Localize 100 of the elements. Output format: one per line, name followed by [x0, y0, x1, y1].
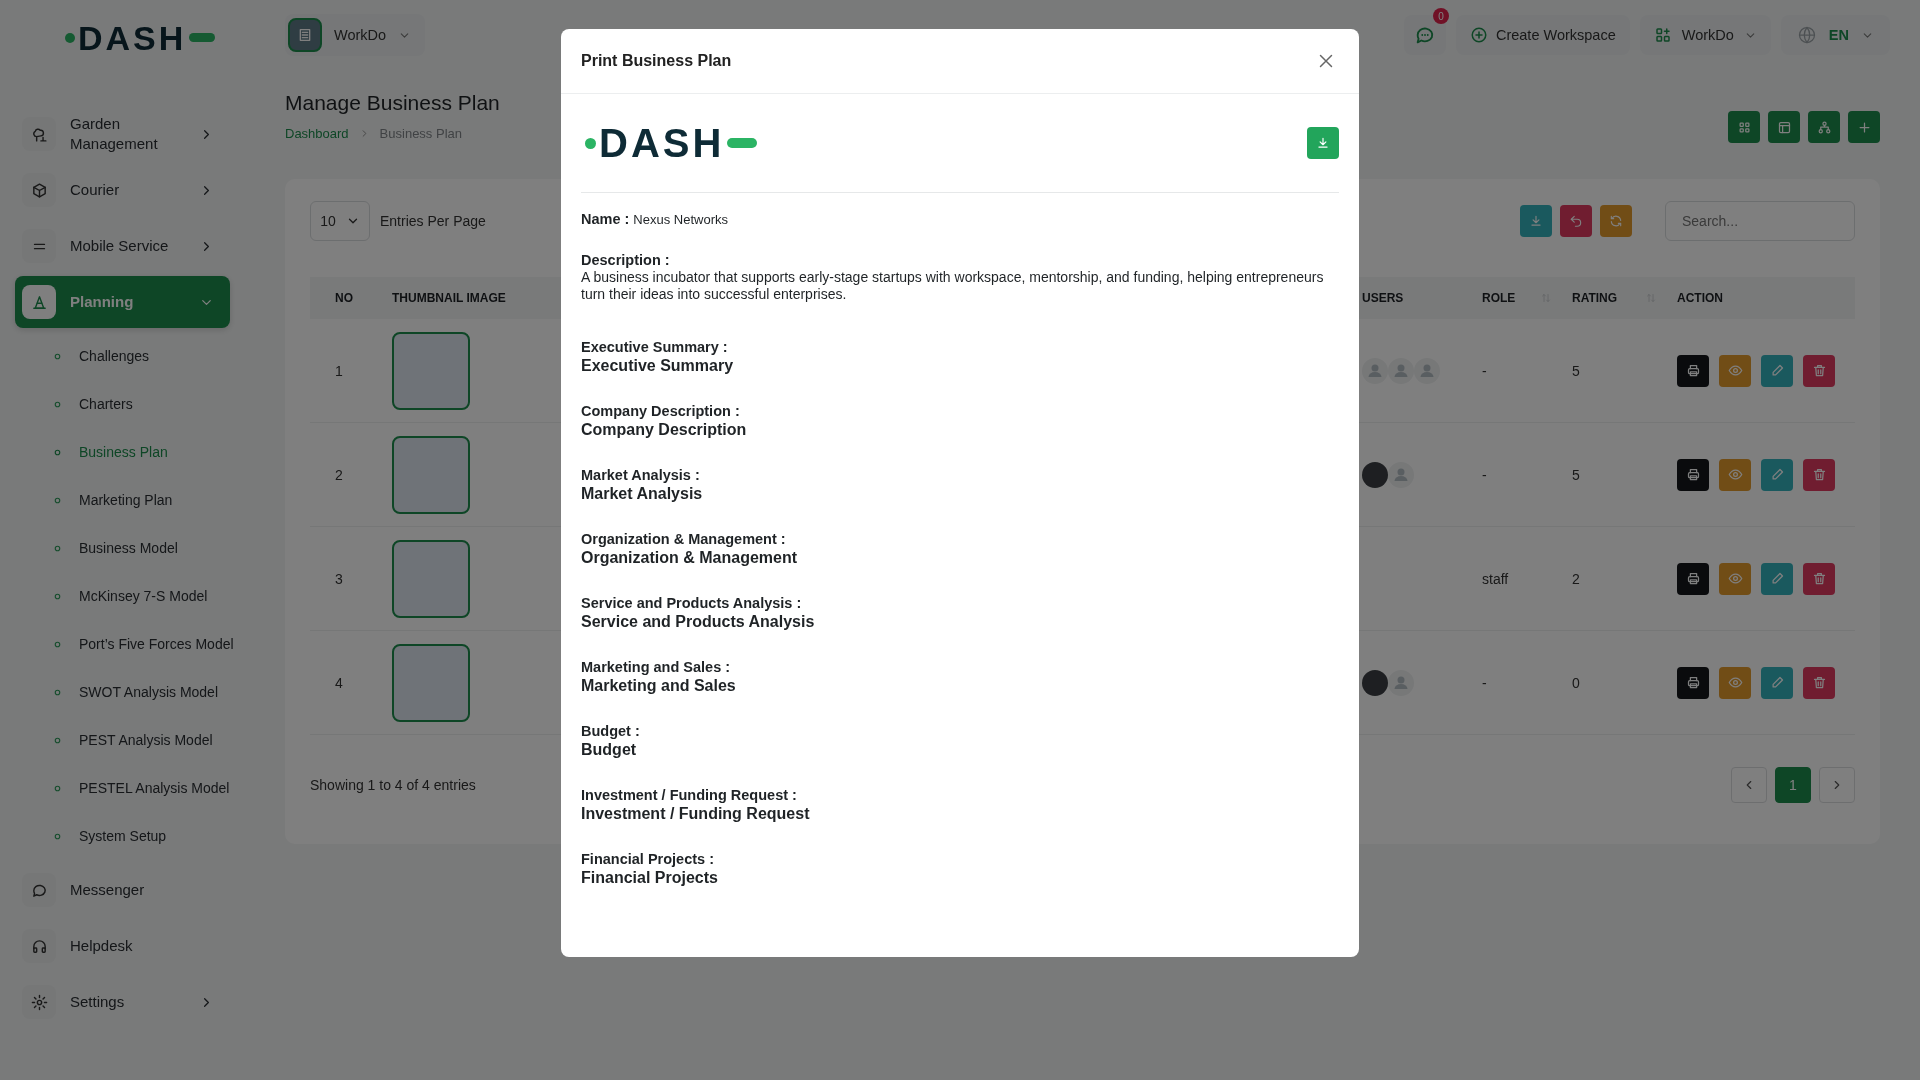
pencil-icon	[1769, 363, 1785, 378]
field-value: Executive Summary	[581, 356, 735, 376]
submenu-item[interactable]: SWOT Analysis Model	[15, 668, 230, 716]
user-placeholder-icon	[1388, 669, 1414, 696]
sidebar-item[interactable]: Messenger	[15, 864, 230, 916]
table-icon	[1776, 119, 1792, 135]
print-button[interactable]	[1677, 562, 1709, 595]
notification-badge: 0	[1432, 8, 1449, 24]
undo-icon	[1569, 214, 1583, 228]
submenu-item[interactable]: Business Plan	[15, 428, 230, 476]
table-cell: 2	[1572, 570, 1580, 587]
user-avatar	[1362, 669, 1388, 696]
view-button[interactable]	[1719, 458, 1751, 491]
sidebar-item[interactable]: Garden Management	[15, 108, 230, 160]
search-field[interactable]: Search...	[1665, 201, 1855, 241]
column-header: RATING	[1572, 291, 1618, 305]
field-value: Service and Products Analysis	[581, 612, 816, 632]
breadcrumb-current: Business Plan	[379, 126, 462, 141]
sidebar-item[interactable]: Planning	[15, 276, 230, 328]
field-value: Company Description	[581, 420, 748, 440]
print-button[interactable]	[1677, 354, 1709, 387]
delete-button[interactable]	[1803, 666, 1835, 699]
delete-button[interactable]	[1803, 562, 1835, 595]
column-header: ACTION	[1677, 291, 1723, 305]
print-icon	[1685, 675, 1701, 690]
bullet-icon	[53, 639, 62, 649]
plus-icon	[1856, 119, 1872, 135]
view-button[interactable]	[1719, 562, 1751, 595]
grid-view-button[interactable]	[1728, 111, 1760, 143]
sidebar-item[interactable]: Helpdesk	[15, 920, 230, 972]
eye-icon	[1727, 467, 1743, 482]
delete-button[interactable]	[1803, 458, 1835, 491]
table-cell: staff	[1482, 570, 1509, 587]
next-page-button[interactable]	[1819, 767, 1855, 803]
download-icon	[1316, 136, 1330, 150]
table-cell: 5	[1572, 362, 1580, 379]
submenu-item[interactable]: PEST Analysis Model	[15, 716, 230, 764]
sidebar-item[interactable]: Courier	[15, 164, 230, 216]
submenu-item[interactable]: Challenges	[15, 332, 230, 380]
field-label: Organization & Management :	[581, 531, 787, 548]
edit-button[interactable]	[1761, 354, 1793, 387]
delete-button[interactable]	[1803, 354, 1835, 387]
previous-page-button[interactable]	[1731, 767, 1767, 803]
entries-select[interactable]: 10	[310, 201, 370, 241]
user-placeholder-icon	[1388, 357, 1414, 384]
column-header: THUMBNAIL IMAGE	[392, 291, 506, 305]
bullet-icon	[53, 399, 62, 409]
pencil-icon	[1769, 467, 1785, 482]
field-label: Financial Projects :	[581, 851, 715, 868]
submenu-item[interactable]: Business Model	[15, 524, 230, 572]
table-cell: 5	[1572, 466, 1580, 483]
field-value: Investment / Funding Request	[581, 804, 811, 824]
user-placeholder-icon	[1388, 461, 1414, 488]
eye-icon	[1727, 675, 1743, 690]
trash-icon	[1811, 675, 1827, 690]
building-icon	[288, 18, 322, 52]
table-cell: -	[1482, 674, 1487, 691]
edit-button[interactable]	[1761, 562, 1793, 595]
bullet-icon	[53, 495, 62, 505]
submenu-item[interactable]: System Setup	[15, 812, 230, 860]
page-title: Manage Business Plan	[285, 90, 500, 116]
download-button[interactable]	[1307, 127, 1339, 159]
edit-button[interactable]	[1761, 458, 1793, 491]
cone-icon	[22, 285, 56, 319]
sidebar-item[interactable]: Mobile Service	[15, 220, 230, 272]
print-button[interactable]	[1677, 458, 1709, 491]
pencil-icon	[1769, 675, 1785, 690]
dash-logo[interactable]: DASH	[585, 123, 758, 163]
apps-icon	[1653, 26, 1672, 44]
field-label: Description :	[581, 252, 671, 269]
field-value: Budget	[581, 740, 638, 760]
submenu-item[interactable]: Marketing Plan	[15, 476, 230, 524]
user-placeholder-icon	[1362, 357, 1388, 384]
trash-icon	[1811, 571, 1827, 586]
sidebar-item[interactable]: Settings	[15, 976, 230, 1028]
page-button[interactable]: 1	[1775, 767, 1811, 803]
user-avatar	[1362, 461, 1388, 488]
field-value: Marketing and Sales	[581, 676, 737, 696]
reset-button[interactable]	[1560, 205, 1592, 237]
dash-logo[interactable]: DASH	[65, 20, 216, 55]
add-button[interactable]	[1848, 111, 1880, 143]
submenu-item[interactable]: McKinsey 7-S Model	[15, 572, 230, 620]
export-button[interactable]	[1520, 205, 1552, 237]
refresh-button[interactable]	[1600, 205, 1632, 237]
table-view-button[interactable]	[1768, 111, 1800, 143]
user-placeholder-icon	[1414, 357, 1440, 384]
submenu-item[interactable]: Charters	[15, 380, 230, 428]
bullet-icon	[53, 447, 62, 457]
hierarchy-button[interactable]	[1808, 111, 1840, 143]
field-label: Service and Products Analysis :	[581, 595, 803, 612]
submenu-item[interactable]: PESTEL Analysis Model	[15, 764, 230, 812]
view-button[interactable]	[1719, 666, 1751, 699]
refresh-icon	[1609, 214, 1623, 228]
breadcrumb-link[interactable]: Dashboard	[285, 126, 349, 141]
field-value: A business incubator that supports early-stage startups with workspace, mentorship, and funding, helping entrepreneurs turn their ideas into successful enterprises.	[581, 269, 1325, 303]
print-button[interactable]	[1677, 666, 1709, 699]
edit-button[interactable]	[1761, 666, 1793, 699]
print-icon	[1685, 467, 1701, 482]
view-button[interactable]	[1719, 354, 1751, 387]
column-header: ROLE	[1482, 291, 1516, 305]
